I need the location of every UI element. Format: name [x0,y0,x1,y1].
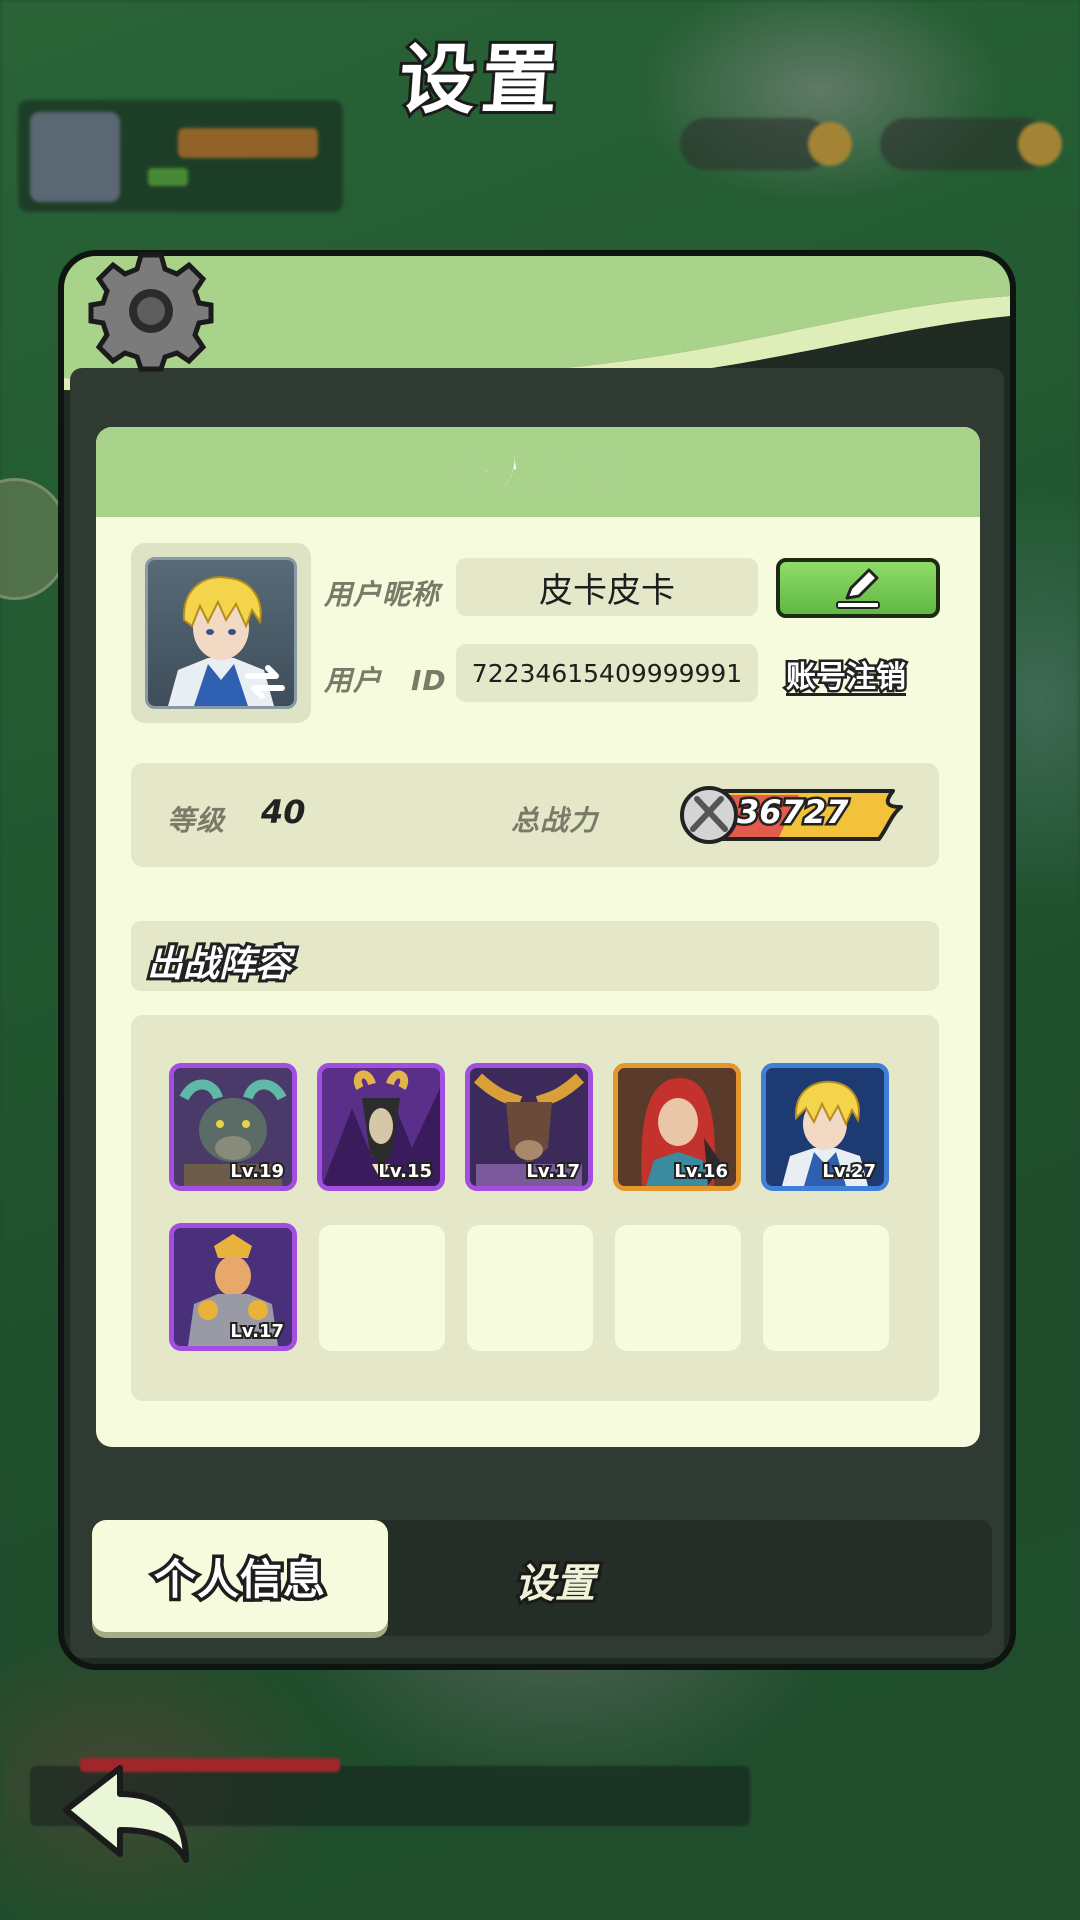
hero-level: Lv.17 [524,1159,582,1184]
pencil-icon [836,568,880,609]
level-value: 40 [261,793,306,831]
hero-level: Lv.16 [672,1159,730,1184]
avatar-frame[interactable] [131,543,311,723]
empty-hero-slot[interactable] [615,1225,741,1351]
team-title: 出战阵容 [144,941,294,988]
swap-icon[interactable] [242,662,288,702]
empty-hero-slot[interactable] [319,1225,445,1351]
hero-slot-6[interactable]: Lv.17 [169,1223,297,1351]
card-title: 个人信息 [449,450,626,501]
tab-profile[interactable]: 个人信息 [92,1520,388,1632]
user-id-label: 用户 ID [324,664,447,697]
user-id-field: 72234615409999991 [456,644,758,702]
hero-level: Lv.19 [228,1159,286,1184]
card-header: 个人信息 [96,427,980,517]
tab-settings[interactable]: 设置 [480,1550,630,1610]
tab-settings-label: 设置 [512,1558,598,1610]
hero-level: Lv.15 [376,1159,434,1184]
hero-level: Lv.17 [228,1319,286,1344]
level-label: 等级 [167,804,226,837]
power-label: 总战力 [511,804,599,837]
stats-row: 等级 40 总战力 36727 [131,763,939,867]
avatar[interactable] [145,557,297,709]
account-logout-link[interactable]: 账号注销 [784,652,909,698]
user-id-value: 72234615409999991 [471,658,743,688]
nickname-label: 用户昵称 [324,578,441,611]
back-arrow-icon[interactable] [56,1754,196,1874]
hero-slot-4[interactable]: Lv.16 [613,1063,741,1191]
empty-hero-slot[interactable] [467,1225,593,1351]
panel-title: 设置 [393,32,569,127]
team-header: 出战阵容 [131,921,939,991]
empty-hero-slot[interactable] [763,1225,889,1351]
hero-slot-2[interactable]: Lv.15 [317,1063,445,1191]
tab-profile-label: 个人信息 [150,1551,328,1607]
hero-slot-5[interactable]: Lv.27 [761,1063,889,1191]
hero-slot-1[interactable]: Lv.19 [169,1063,297,1191]
nickname-field: 皮卡皮卡 [456,558,758,616]
hero-slot-3[interactable]: Lv.17 [465,1063,593,1191]
team-grid: Lv.19 Lv.15 Lv.17 Lv.16 Lv.27 Lv.17 [131,1015,939,1401]
gear-icon[interactable] [88,248,214,374]
nickname-value: 皮卡皮卡 [539,570,675,611]
edit-nickname-button[interactable] [776,558,940,618]
hero-level: Lv.27 [820,1159,878,1184]
power-value: 36727 [734,791,850,834]
profile-card: 个人信息 用户昵称 皮卡皮卡 用户 ID 72234615409999991 账… [96,427,980,1447]
